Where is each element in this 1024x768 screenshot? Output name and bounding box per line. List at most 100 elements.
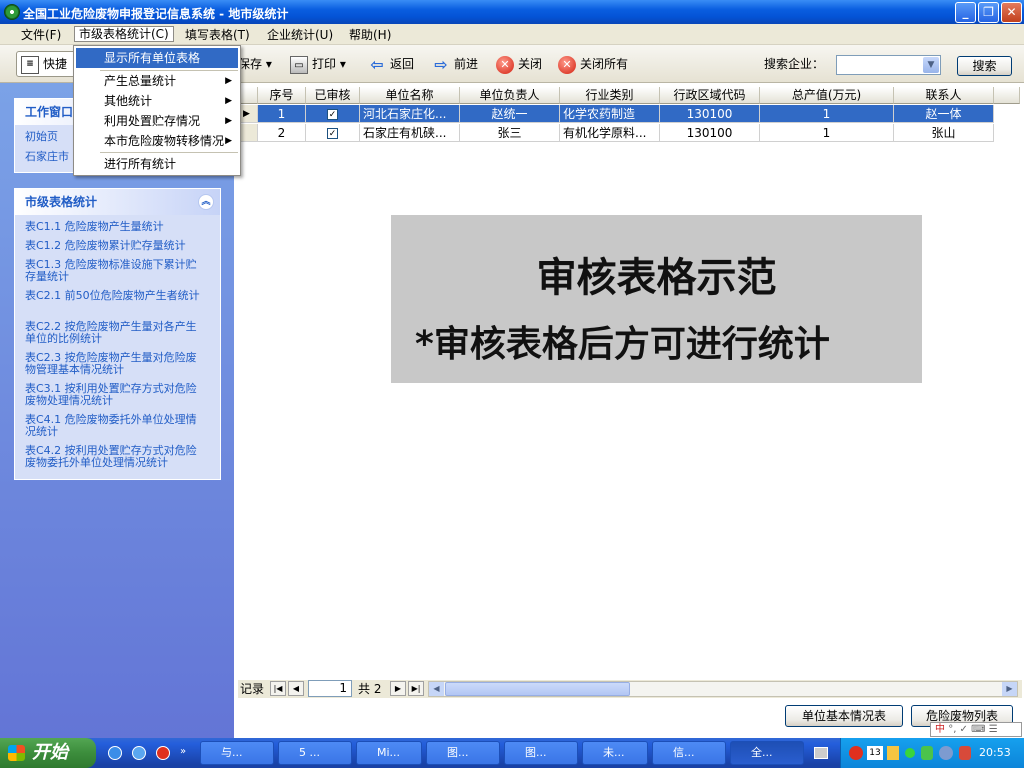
menu-item-disposal-storage[interactable]: 利用处置贮存情况 ▶	[76, 111, 238, 131]
menu-company-stats[interactable]: 企业统计(U)	[263, 27, 337, 43]
cell-code: 130100	[660, 105, 760, 123]
minimize-button[interactable]: _	[955, 2, 976, 23]
collapse-chevron-icon[interactable]: ︽	[198, 194, 214, 210]
menu-item-run-all-stats[interactable]: 进行所有统计	[76, 154, 238, 174]
sidebar-link-c4-1[interactable]: 表C4.1 危险废物委托外单位处理情况统计	[15, 414, 215, 438]
close-icon: ✕	[496, 55, 514, 74]
scroll-right-icon[interactable]: ▶	[1002, 682, 1017, 696]
column-header-code[interactable]: 行政区域代码	[660, 87, 760, 104]
menu-file[interactable]: 文件(F)	[17, 27, 65, 43]
scroll-thumb[interactable]	[445, 682, 630, 696]
chevron-down-icon[interactable]: ▼	[923, 57, 939, 73]
quick-button[interactable]: ≡ 快捷	[16, 51, 76, 77]
sidebar-link-c1-1[interactable]: 表C1.1 危险废物产生量统计	[15, 221, 215, 233]
weibo-icon[interactable]	[156, 746, 170, 760]
app-icon	[4, 4, 20, 20]
taskbar-item-2[interactable]: 5 ...	[278, 741, 352, 765]
print-button[interactable]: ▭ 打印 ▾	[290, 55, 346, 74]
cell-checked[interactable]: ✓	[306, 105, 360, 123]
menu-item-show-all-tables[interactable]: 显示所有单位表格	[76, 48, 238, 68]
expand-quicklaunch-icon[interactable]: »	[180, 746, 186, 757]
next-record-button[interactable]: ▶	[390, 681, 406, 696]
sidebar-link-c2-3[interactable]: 表C2.3 按危险废物产生量对危险废物管理基本情况统计	[15, 352, 215, 376]
last-record-button[interactable]: ▶|	[408, 681, 424, 696]
quicklaunch-icon[interactable]	[108, 746, 122, 760]
sidebar-link-c2-1[interactable]: 表C2.1 前50位危险废物产生者统计	[15, 290, 215, 302]
menu-item-other-stats[interactable]: 其他统计 ▶	[76, 91, 238, 111]
sidebar: 工作窗口 初始页 石家庄市 市级表格统计 ︽ 表C1.1 危险废物产生量统计 表…	[0, 83, 234, 738]
column-header-leader[interactable]: 单位负责人	[460, 87, 560, 104]
start-button[interactable]: 开始	[0, 738, 96, 768]
checkbox-checked[interactable]: ✓	[327, 109, 338, 120]
application-window: 全国工业危险废物申报登记信息系统 - 地市级统计 _ ❐ ✕ 文件(F) 市级表…	[0, 0, 1024, 738]
scroll-left-icon[interactable]: ◀	[429, 682, 444, 696]
close-tab-button[interactable]: ✕ 关闭	[496, 55, 542, 74]
tray-badge[interactable]: 13	[867, 746, 883, 760]
tray-network-icon[interactable]	[939, 746, 953, 760]
taskbar-item-3[interactable]: Mi...	[356, 741, 422, 765]
cell-name: 河北石家庄化...	[360, 105, 460, 123]
menu-item-total-production[interactable]: 产生总量统计 ▶	[76, 71, 238, 91]
save-button[interactable]: 保存 ▾	[238, 55, 272, 73]
ime-toolbar[interactable]: 中 °, ✓ ⌨ ☰	[930, 722, 1022, 737]
taskbar-item-5[interactable]: 图...	[504, 741, 578, 765]
ime-chinese-icon[interactable]: 中	[935, 724, 945, 735]
column-header-no[interactable]: 序号	[258, 87, 306, 104]
cell-code: 130100	[660, 124, 760, 142]
ie-icon[interactable]	[132, 746, 146, 760]
total-records: 共 2	[358, 682, 382, 696]
back-button[interactable]: ⇦ 返回	[368, 55, 414, 73]
first-record-button[interactable]: |◀	[270, 681, 286, 696]
keyboard-icon[interactable]	[814, 747, 828, 759]
column-header-contact[interactable]: 联系人	[894, 87, 994, 104]
table-row[interactable]: ▶ 1 ✓ 河北石家庄化... 赵统一 化学农药制造 130100 1 赵一体	[240, 105, 1020, 123]
sidebar-link-c1-2[interactable]: 表C1.2 危险废物累计贮存量统计	[15, 240, 215, 252]
ime-options-icon[interactable]: °, ✓ ⌨ ☰	[948, 724, 998, 735]
tray-security-icon[interactable]	[959, 746, 971, 760]
horizontal-scrollbar[interactable]: ◀ ▶	[428, 681, 1018, 697]
tray-weibo-icon[interactable]	[849, 746, 863, 760]
taskbar-item-active[interactable]: 全...	[730, 741, 804, 765]
close-all-button[interactable]: ✕ 关闭所有	[558, 55, 628, 74]
menu-item-waste-transfer[interactable]: 本市危险废物转移情况 ▶	[76, 131, 238, 151]
tray-shield-icon[interactable]	[921, 746, 933, 760]
current-record-input[interactable]: 1	[308, 680, 352, 697]
taskbar-item-1[interactable]: 与...	[200, 741, 274, 765]
row-pointer-icon: ▶	[240, 105, 258, 123]
taskbar-item-6[interactable]: 未...	[582, 741, 648, 765]
menu-help[interactable]: 帮助(H)	[345, 27, 395, 43]
title-bar: 全国工业危险废物申报登记信息系统 - 地市级统计 _ ❐ ✕	[0, 0, 1024, 24]
sidebar-link-c3-1[interactable]: 表C3.1 按利用处置贮存方式对危险废物处理情况统计	[15, 383, 215, 407]
main-content	[234, 83, 1024, 738]
cell-leader: 张三	[460, 124, 560, 142]
close-window-button[interactable]: ✕	[1001, 2, 1022, 23]
column-header-value[interactable]: 总产值(万元)	[760, 87, 894, 104]
column-header-industry[interactable]: 行业类别	[560, 87, 660, 104]
row-indicator	[240, 124, 258, 142]
sidebar-link-c2-2[interactable]: 表C2.2 按危险废物产生量对各产生单位的比例统计	[15, 321, 215, 345]
forward-button[interactable]: ⇨ 前进	[432, 55, 478, 73]
cell-checked[interactable]: ✓	[306, 124, 360, 142]
taskbar-item-4[interactable]: 图...	[426, 741, 500, 765]
menu-fill-forms[interactable]: 填写表格(T)	[181, 27, 254, 43]
sidebar-link-c1-3[interactable]: 表C1.3 危险废物标准设施下累计贮存量统计	[15, 259, 215, 283]
forward-arrow-icon: ⇨	[434, 54, 448, 74]
tray-clock: 20:53	[979, 746, 1011, 759]
search-button[interactable]: 搜索	[957, 56, 1012, 76]
previous-record-button[interactable]: ◀	[288, 681, 304, 696]
search-company-label: 搜索企业：	[764, 57, 825, 71]
checkbox-checked[interactable]: ✓	[327, 128, 338, 139]
sidebar-link-c4-2[interactable]: 表C4.2 按利用处置贮存方式对危险废物委托外单位处理情况统计	[15, 445, 215, 469]
table-row[interactable]: 2 ✓ 石家庄有机硖... 张三 有机化学原料... 130100 1 张山	[240, 124, 1020, 142]
maximize-button[interactable]: ❐	[978, 2, 999, 23]
tray-status-icon[interactable]	[905, 748, 915, 758]
taskbar-item-7[interactable]: 信...	[652, 741, 726, 765]
tray-user-icon[interactable]	[887, 746, 899, 760]
column-header-checked[interactable]: 已审核	[306, 87, 360, 104]
unit-basic-info-button[interactable]: 单位基本情况表	[785, 705, 903, 727]
city-stats-header[interactable]: 市级表格统计 ︽	[15, 189, 220, 215]
menu-city-stats[interactable]: 市级表格统计(C)	[74, 26, 174, 42]
column-header-name[interactable]: 单位名称	[360, 87, 460, 104]
search-company-combo[interactable]: ▼	[836, 55, 941, 75]
notice-subtitle: *审核表格后方可进行统计	[415, 324, 830, 365]
